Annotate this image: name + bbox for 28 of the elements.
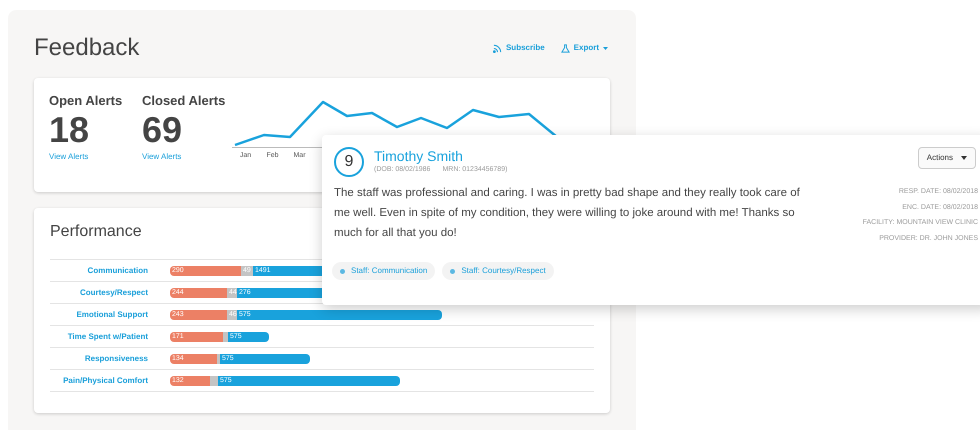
section-title: Performance bbox=[50, 222, 142, 242]
category-label: Courtesy/Respect bbox=[78, 286, 148, 298]
feedback-comment: The staff was professional and caring. I was in pretty bad shape and they really took care of me well. Even in spite of my condition, they were willing to joke around with me! Thanks so much for all that you do! bbox=[334, 186, 801, 241]
caret-icon bbox=[961, 156, 967, 160]
header-link[interactable]: Export bbox=[560, 42, 608, 54]
category-label: Communication bbox=[86, 264, 148, 276]
rss-icon bbox=[492, 44, 502, 52]
alert-count: 18 bbox=[49, 110, 90, 148]
view-alerts-link[interactable]: View Alerts bbox=[142, 150, 232, 162]
bar-segment bbox=[217, 354, 220, 364]
alert-count: 69 bbox=[142, 110, 184, 148]
header-link[interactable]: Subscribe bbox=[492, 42, 545, 54]
topic-tag[interactable]: Staff: Communication bbox=[332, 262, 436, 280]
actions-button[interactable]: Actions bbox=[918, 147, 976, 169]
alert-title: Open Alerts bbox=[49, 92, 122, 110]
bar-segment bbox=[223, 332, 228, 342]
caret-icon bbox=[603, 46, 608, 50]
alert-title: Closed Alerts bbox=[142, 92, 226, 110]
category-label: Emotional Support bbox=[75, 308, 148, 320]
view-alerts-link[interactable]: View Alerts bbox=[49, 150, 142, 162]
category-label: Pain/Physical Comfort bbox=[62, 374, 148, 386]
bar-segment bbox=[210, 376, 218, 386]
category-label: Responsiveness bbox=[84, 352, 148, 364]
flask-icon bbox=[560, 44, 570, 52]
topic-tag[interactable]: Staff: Courtesy/Respect bbox=[442, 262, 554, 280]
patient-name[interactable]: Timothy Smith bbox=[374, 147, 894, 165]
category-label: Time Spent w/Patient bbox=[66, 330, 148, 342]
page-title: Feedback bbox=[34, 33, 140, 63]
